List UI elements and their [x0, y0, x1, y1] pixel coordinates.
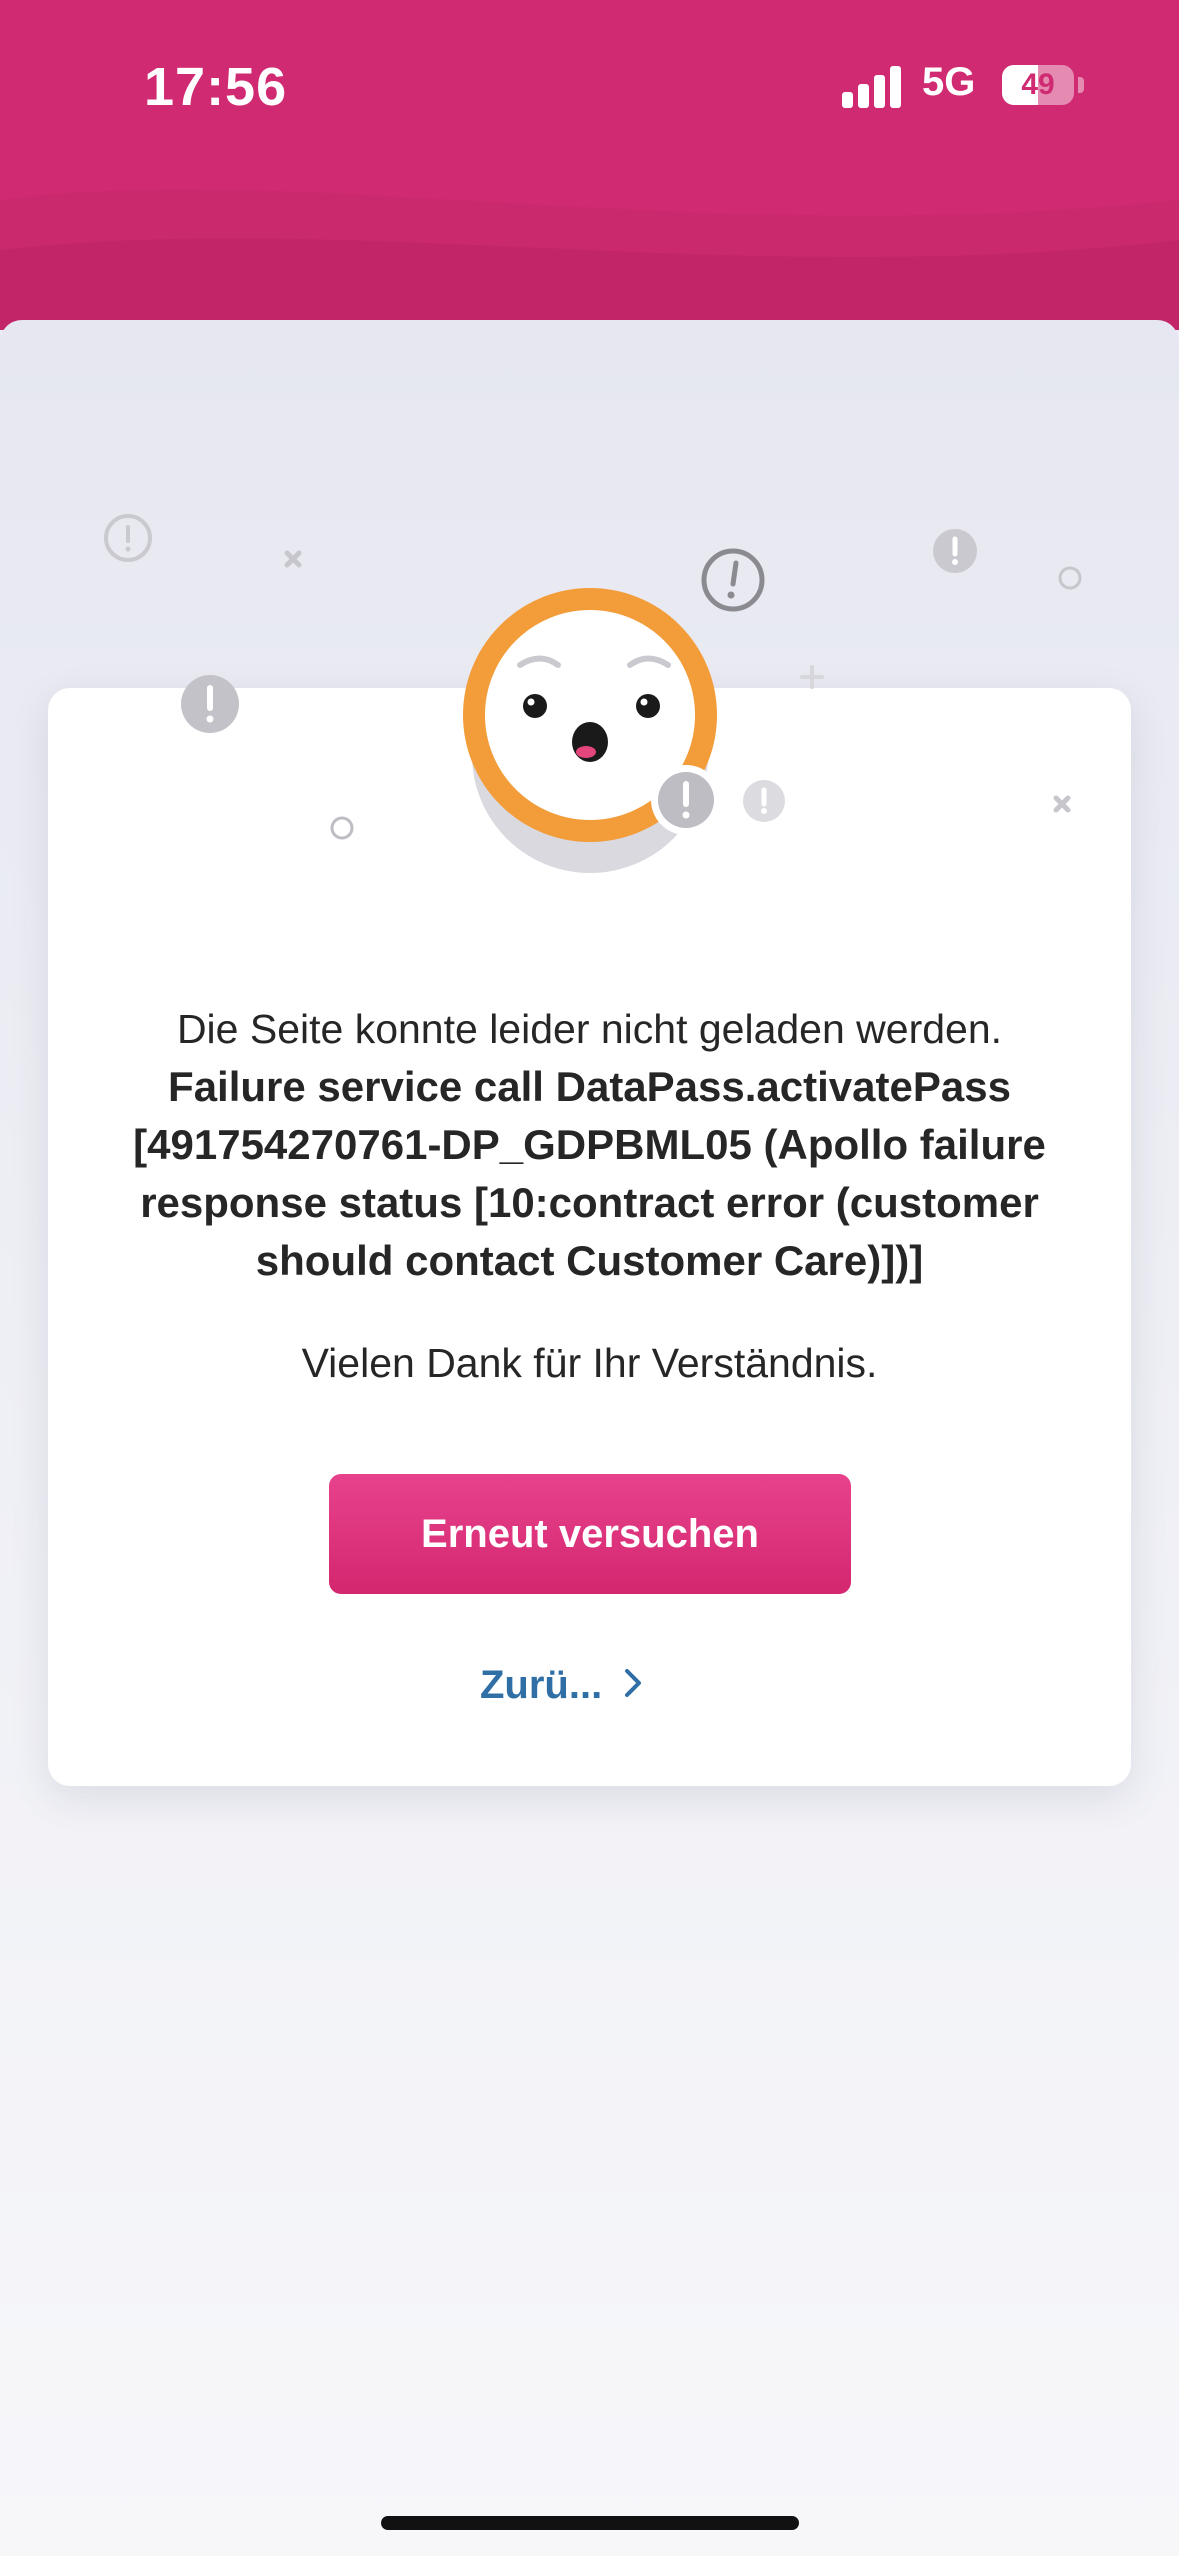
status-time: 17:56	[144, 57, 288, 117]
chevron-right-icon	[624, 1663, 642, 1708]
error-detail: Failure service call DataPass.activatePa…	[133, 1063, 1046, 1284]
battery-tip	[1078, 77, 1084, 93]
error-intro: Die Seite konnte leider nicht geladen we…	[176, 1006, 1003, 1052]
back-link[interactable]: Zurü...	[480, 1655, 642, 1715]
header-bar: 17:56 5G 49	[0, 0, 1179, 330]
home-indicator[interactable]	[381, 2516, 799, 2530]
error-message: Die Seite konnte leider nicht geladen we…	[48, 1000, 1131, 1392]
back-link-label: Zurü...	[480, 1662, 603, 1707]
battery-icon: 49	[1002, 65, 1074, 105]
battery-level: 49	[1021, 68, 1055, 101]
status-bar: 17:56 5G 49	[0, 0, 1179, 170]
error-thanks: Vielen Dank für Ihr Verständnis.	[301, 1340, 878, 1386]
network-type: 5G	[922, 60, 976, 104]
retry-button[interactable]: Erneut versuchen	[329, 1474, 851, 1594]
signal-icon	[842, 66, 901, 108]
